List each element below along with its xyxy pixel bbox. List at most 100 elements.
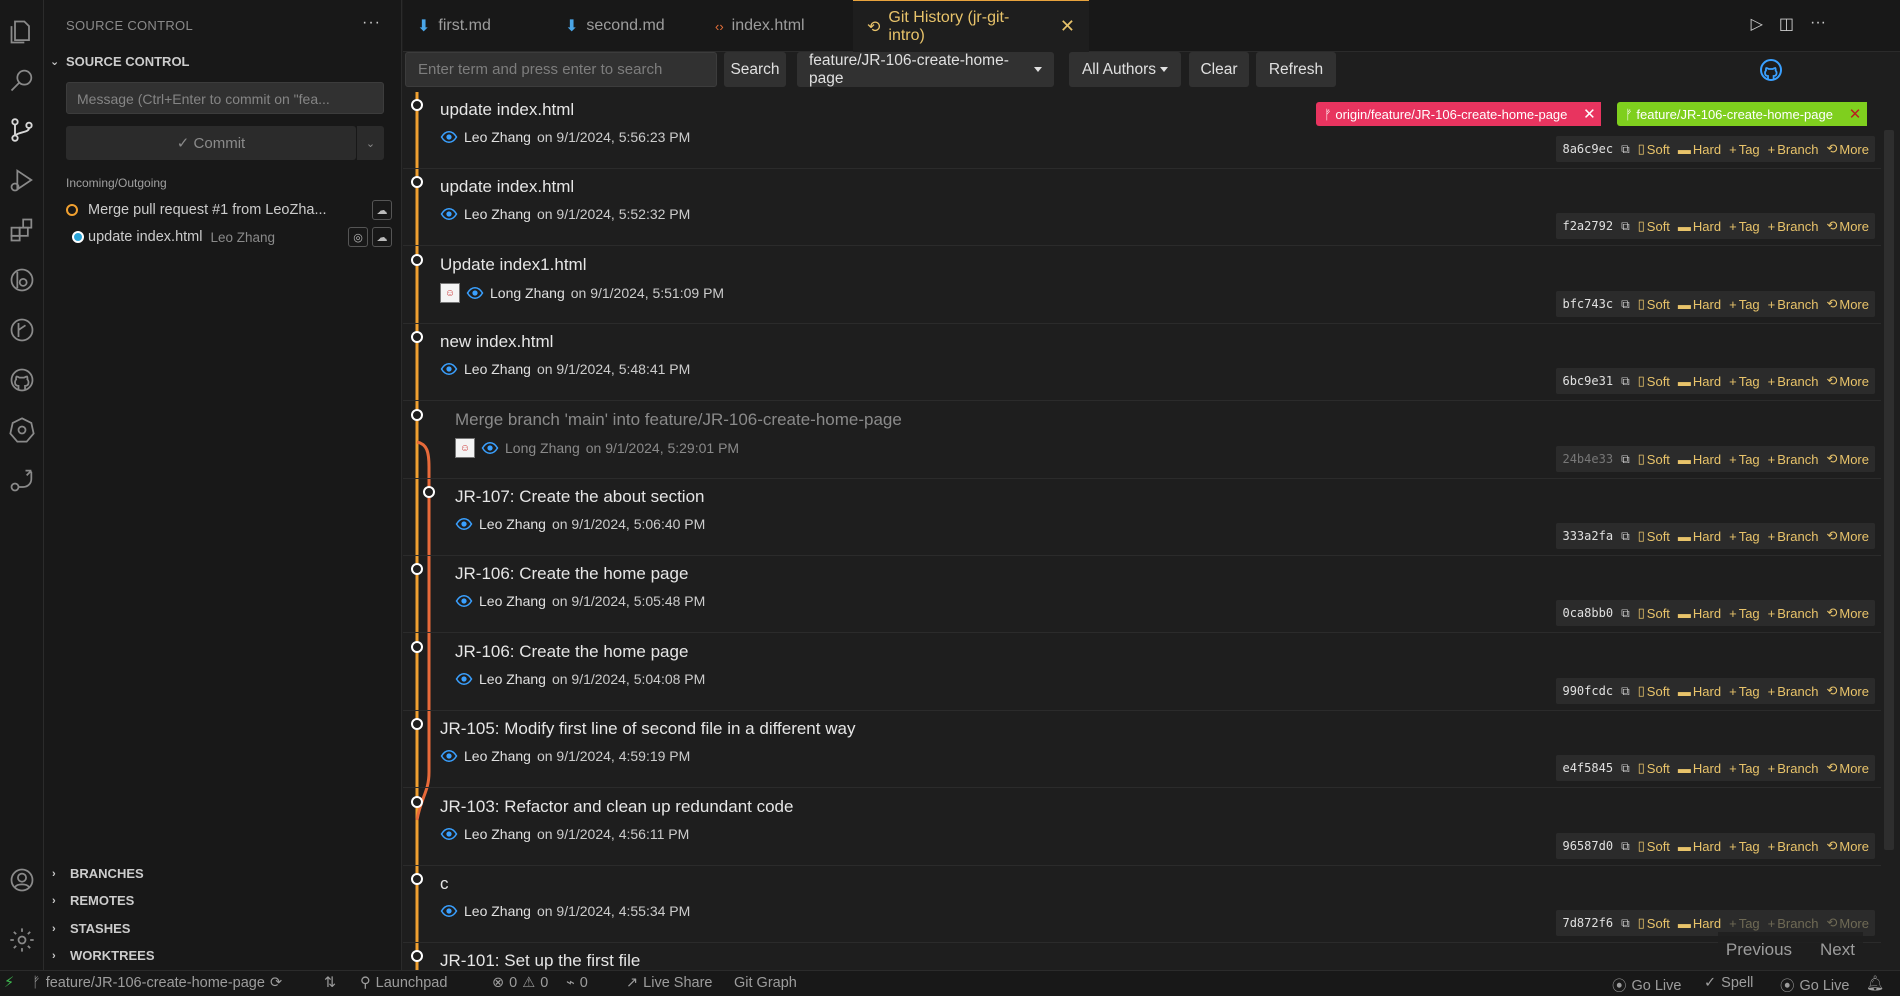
branch-dropdown[interactable]: feature/JR-106-create-home-page <box>797 52 1054 87</box>
add-tag-button[interactable]: + Tag <box>1729 684 1760 699</box>
commit-title[interactable]: update index.html <box>440 100 574 120</box>
stashes-section[interactable]: › STASHES <box>52 921 130 936</box>
add-tag-button[interactable]: + Tag <box>1729 761 1760 776</box>
go-live-status[interactable]: ⦿ Go Live <box>1612 975 1681 996</box>
soft-reset-button[interactable]: ▯ Soft <box>1638 451 1670 467</box>
more-button[interactable]: ⟲ More <box>1826 683 1869 699</box>
commit-hash[interactable]: 333a2fa <box>1562 529 1613 543</box>
source-control-icon[interactable] <box>0 106 44 154</box>
hard-reset-button[interactable]: ▬ Hard <box>1678 761 1721 776</box>
add-tag-button[interactable]: + Tag <box>1729 219 1760 234</box>
hard-reset-button[interactable]: ▬ Hard <box>1678 839 1721 854</box>
soft-reset-button[interactable]: ▯ Soft <box>1638 141 1670 157</box>
add-tag-button[interactable]: + Tag <box>1729 374 1760 389</box>
more-button[interactable]: ⟲ More <box>1826 451 1869 467</box>
commit-button[interactable]: ✓ Commit <box>66 126 356 160</box>
split-editor-icon[interactable]: ◫ <box>1779 14 1794 34</box>
branch-status[interactable]: ᚠ feature/JR-106-create-home-page ⟳ <box>32 975 282 991</box>
remotes-section[interactable]: › REMOTES <box>52 893 134 908</box>
hard-reset-button[interactable]: ▬ Hard <box>1678 684 1721 699</box>
cloud-icon[interactable]: ☁ <box>372 227 392 247</box>
kubernetes-icon[interactable] <box>0 406 44 454</box>
notifications-bell-icon[interactable]: 🔔︎ <box>1866 975 1884 992</box>
remote-indicator-icon[interactable]: ⚡ <box>4 975 14 991</box>
hard-reset-button[interactable]: ▬ Hard <box>1678 452 1721 467</box>
add-branch-button[interactable]: + Branch <box>1768 606 1819 621</box>
eye-icon[interactable] <box>440 747 458 765</box>
more-button[interactable]: ⟲ More <box>1826 528 1869 544</box>
search-button[interactable]: Search <box>724 52 786 87</box>
sync-icon[interactable]: ⟳ <box>270 975 282 991</box>
eye-icon[interactable] <box>440 128 458 146</box>
tab-git-history[interactable]: ⟲ Git History (jr-git-intro) ✕ <box>853 0 1089 52</box>
commit-row[interactable]: JR-105: Modify first line of second file… <box>403 711 1881 788</box>
settings-gear-icon[interactable] <box>0 916 44 964</box>
tab-index-html[interactable]: ‹› index.html <box>701 0 851 52</box>
clear-button[interactable]: Clear <box>1189 52 1249 87</box>
commit-title[interactable]: new index.html <box>440 332 553 352</box>
commit-hash[interactable]: 7d872f6 <box>1562 916 1613 930</box>
commit-row[interactable]: JR-103: Refactor and clean up redundant … <box>403 789 1881 866</box>
worktrees-section[interactable]: › WORKTREES <box>52 948 155 963</box>
commit-title[interactable]: c <box>440 874 449 894</box>
authors-dropdown[interactable]: All Authors <box>1069 52 1181 87</box>
more-button[interactable]: ⟲ More <box>1826 760 1869 776</box>
soft-reset-button[interactable]: ▯ Soft <box>1638 296 1670 312</box>
commit-title[interactable]: update index.html <box>440 177 574 197</box>
local-branch-badge[interactable]: ᚠ feature/JR-106-create-home-page ✕ <box>1617 102 1867 126</box>
problems-status[interactable]: ⊗ 0 ⚠ 0 <box>492 975 548 991</box>
soft-reset-button[interactable]: ▯ Soft <box>1638 528 1670 544</box>
tab-second-md[interactable]: ⬇ second.md <box>551 0 701 52</box>
copy-icon[interactable]: ⧉ <box>1621 529 1630 544</box>
eye-icon[interactable] <box>481 439 499 457</box>
copy-icon[interactable]: ⧉ <box>1621 684 1630 699</box>
soft-reset-button[interactable]: ▯ Soft <box>1638 373 1670 389</box>
commit-options-chevron-icon[interactable]: ⌄ <box>357 126 384 160</box>
commit-hash[interactable]: 24b4e33 <box>1562 452 1613 466</box>
add-tag-button[interactable]: + Tag <box>1729 839 1760 854</box>
commit-row[interactable]: Update index1.html ☺ Long Zhang on 9/1/2024… <box>403 247 1881 324</box>
explorer-icon[interactable] <box>0 8 44 56</box>
copy-icon[interactable]: ⧉ <box>1621 142 1630 157</box>
add-tag-button[interactable]: + Tag <box>1729 142 1760 157</box>
live-share-status[interactable]: ↗ Live Share <box>626 975 712 991</box>
soft-reset-button[interactable]: ▯ Soft <box>1638 760 1670 776</box>
github-icon[interactable] <box>0 356 44 404</box>
soft-reset-button[interactable]: ▯ Soft <box>1638 218 1670 234</box>
commit-row[interactable]: JR-101: Set up the first file <box>403 943 1881 970</box>
hard-reset-button[interactable]: ▬ Hard <box>1678 219 1721 234</box>
copy-icon[interactable]: ⧉ <box>1621 761 1630 776</box>
commit-hash[interactable]: bfc743c <box>1562 297 1613 311</box>
copy-icon[interactable]: ⧉ <box>1621 606 1630 621</box>
commit-author[interactable]: Leo Zhang <box>479 671 546 687</box>
close-icon[interactable]: ✕ <box>1060 16 1075 37</box>
add-branch-button[interactable]: + Branch <box>1768 374 1819 389</box>
commit-title[interactable]: Update index1.html <box>440 255 586 275</box>
add-branch-button[interactable]: + Branch <box>1768 916 1819 931</box>
copy-icon[interactable]: ⧉ <box>1621 374 1630 389</box>
branches-section[interactable]: › BRANCHES <box>52 866 144 881</box>
go-live-status-2[interactable]: ⦿ Go Live <box>1780 975 1849 996</box>
incoming-item[interactable]: update index.html Leo Zhang ◎ ☁ <box>66 225 396 249</box>
commit-author[interactable]: Long Zhang <box>505 440 580 456</box>
remote-branch-badge[interactable]: ᚠ origin/feature/JR-106-create-home-page… <box>1316 102 1602 126</box>
add-branch-button[interactable]: + Branch <box>1768 839 1819 854</box>
close-icon[interactable]: ✕ <box>1842 102 1867 126</box>
copy-icon[interactable]: ⧉ <box>1621 297 1630 312</box>
add-branch-button[interactable]: + Branch <box>1768 452 1819 467</box>
commit-row[interactable]: new index.html Leo Zhang on 9/1/2024, 5:48… <box>403 324 1881 401</box>
remote-explorer-icon[interactable] <box>0 456 44 504</box>
add-tag-button[interactable]: + Tag <box>1729 529 1760 544</box>
more-actions-icon[interactable]: ··· <box>1810 14 1826 34</box>
git-graph-status[interactable]: Git Graph <box>734 975 797 991</box>
copy-icon[interactable]: ⧉ <box>1621 916 1630 931</box>
commit-author[interactable]: Long Zhang <box>490 285 565 301</box>
copy-icon[interactable]: ⧉ <box>1621 219 1630 234</box>
soft-reset-button[interactable]: ▯ Soft <box>1638 915 1670 931</box>
vertical-scrollbar[interactable] <box>1884 130 1894 850</box>
commit-row[interactable]: c Leo Zhang on 9/1/2024, 4:55:34 PM 7d872f6… <box>403 866 1881 943</box>
commit-row[interactable]: JR-107: Create the about section Leo Zhan… <box>403 479 1881 556</box>
git-lens-icon[interactable] <box>0 256 44 304</box>
commit-row[interactable]: update index.html Leo Zhang on 9/1/2024, 5… <box>403 169 1881 246</box>
github-icon[interactable] <box>1759 58 1783 82</box>
